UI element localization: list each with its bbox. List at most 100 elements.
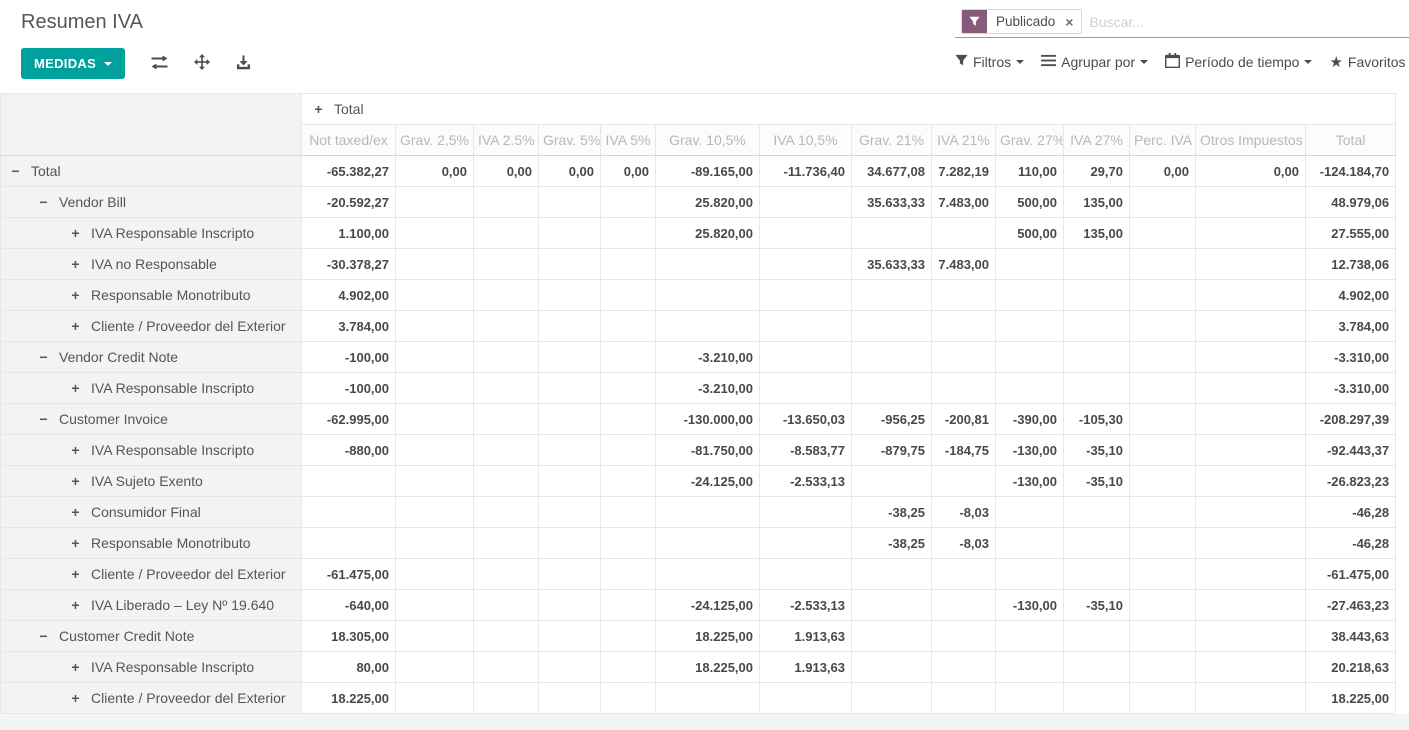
pivot-cell[interactable]	[1130, 497, 1196, 528]
pivot-cell[interactable]	[601, 652, 656, 683]
pivot-cell[interactable]: -8,03	[932, 497, 996, 528]
pivot-cell[interactable]: 110,00	[996, 156, 1064, 187]
collapse-icon[interactable]: −	[9, 163, 22, 179]
pivot-cell[interactable]	[1196, 311, 1306, 342]
pivot-cell[interactable]	[1196, 404, 1306, 435]
pivot-cell[interactable]: 18.225,00	[302, 683, 396, 714]
pivot-cell[interactable]	[996, 342, 1064, 373]
pivot-cell[interactable]: 0,00	[474, 156, 539, 187]
pivot-cell[interactable]	[601, 218, 656, 249]
pivot-cell[interactable]	[601, 342, 656, 373]
filters-menu[interactable]: Filtros	[955, 53, 1024, 71]
pivot-cell[interactable]	[1130, 404, 1196, 435]
row-header[interactable]: +IVA Responsable Inscripto	[1, 435, 302, 466]
pivot-cell[interactable]: 0,00	[1130, 156, 1196, 187]
pivot-cell[interactable]	[932, 621, 996, 652]
pivot-cell[interactable]	[539, 311, 601, 342]
pivot-cell[interactable]: 18.225,00	[656, 621, 760, 652]
pivot-cell[interactable]: -879,75	[852, 435, 932, 466]
pivot-cell[interactable]: -61.475,00	[302, 559, 396, 590]
pivot-cell[interactable]	[932, 280, 996, 311]
pivot-cell[interactable]	[474, 311, 539, 342]
pivot-cell[interactable]: 18.225,00	[656, 652, 760, 683]
pivot-cell[interactable]	[1196, 590, 1306, 621]
expand-columns-icon[interactable]: +	[312, 101, 325, 117]
search-input[interactable]	[1089, 14, 1409, 30]
pivot-cell[interactable]	[1064, 497, 1130, 528]
row-header[interactable]: +IVA Responsable Inscripto	[1, 373, 302, 404]
download-button[interactable]	[236, 55, 251, 73]
pivot-cell[interactable]: -35,10	[1064, 435, 1130, 466]
row-header[interactable]: +Consumidor Final	[1, 497, 302, 528]
pivot-cell[interactable]	[852, 373, 932, 404]
pivot-cell[interactable]: 80,00	[302, 652, 396, 683]
pivot-cell[interactable]	[1064, 683, 1130, 714]
pivot-cell[interactable]	[396, 590, 474, 621]
pivot-cell[interactable]	[601, 528, 656, 559]
collapse-icon[interactable]: −	[37, 194, 50, 210]
pivot-cell[interactable]	[601, 373, 656, 404]
pivot-cell[interactable]: -3.210,00	[656, 342, 760, 373]
pivot-cell[interactable]	[1196, 435, 1306, 466]
pivot-cell[interactable]	[852, 311, 932, 342]
pivot-cell[interactable]	[852, 652, 932, 683]
pivot-cell[interactable]	[474, 280, 539, 311]
pivot-cell[interactable]	[539, 683, 601, 714]
pivot-cell[interactable]	[932, 311, 996, 342]
pivot-cell[interactable]	[539, 187, 601, 218]
pivot-cell[interactable]: -640,00	[302, 590, 396, 621]
row-header[interactable]: +Cliente / Proveedor del Exterior	[1, 311, 302, 342]
pivot-cell[interactable]	[760, 497, 852, 528]
pivot-cell[interactable]	[760, 311, 852, 342]
pivot-cell[interactable]	[1130, 559, 1196, 590]
pivot-cell[interactable]	[396, 528, 474, 559]
pivot-cell[interactable]	[396, 280, 474, 311]
pivot-cell[interactable]	[302, 466, 396, 497]
pivot-cell[interactable]: -105,30	[1064, 404, 1130, 435]
pivot-cell[interactable]: 25.820,00	[656, 218, 760, 249]
pivot-cell[interactable]	[1064, 311, 1130, 342]
pivot-cell[interactable]	[656, 311, 760, 342]
pivot-cell[interactable]: -27.463,23	[1306, 590, 1396, 621]
pivot-cell[interactable]	[996, 652, 1064, 683]
pivot-cell[interactable]	[539, 559, 601, 590]
row-header[interactable]: +IVA Responsable Inscripto	[1, 652, 302, 683]
pivot-cell[interactable]	[396, 311, 474, 342]
pivot-cell[interactable]: 1.100,00	[302, 218, 396, 249]
column-header[interactable]: Otros Impuestos	[1196, 125, 1306, 156]
pivot-cell[interactable]	[474, 187, 539, 218]
pivot-cell[interactable]	[474, 497, 539, 528]
row-header[interactable]: +Responsable Monotributo	[1, 528, 302, 559]
pivot-cell[interactable]: -2.533,13	[760, 590, 852, 621]
expand-all-button[interactable]	[194, 54, 210, 73]
pivot-cell[interactable]: 18.305,00	[302, 621, 396, 652]
pivot-cell[interactable]	[474, 435, 539, 466]
pivot-cell[interactable]	[996, 497, 1064, 528]
pivot-cell[interactable]	[539, 435, 601, 466]
column-header[interactable]: IVA 2.5%	[474, 125, 539, 156]
expand-icon[interactable]: +	[69, 690, 82, 706]
pivot-cell[interactable]: 4.902,00	[302, 280, 396, 311]
pivot-cell[interactable]	[1196, 249, 1306, 280]
pivot-cell[interactable]: 1.913,63	[760, 621, 852, 652]
pivot-cell[interactable]: 135,00	[1064, 187, 1130, 218]
row-header[interactable]: +Cliente / Proveedor del Exterior	[1, 559, 302, 590]
pivot-cell[interactable]: -880,00	[302, 435, 396, 466]
pivot-cell[interactable]	[1130, 528, 1196, 559]
pivot-cell[interactable]: 500,00	[996, 218, 1064, 249]
pivot-cell[interactable]: 35.633,33	[852, 249, 932, 280]
pivot-cell[interactable]	[474, 218, 539, 249]
pivot-cell[interactable]	[539, 404, 601, 435]
pivot-cell[interactable]	[656, 683, 760, 714]
pivot-cell[interactable]	[601, 497, 656, 528]
pivot-cell[interactable]	[996, 683, 1064, 714]
pivot-cell[interactable]	[852, 559, 932, 590]
pivot-cell[interactable]	[996, 559, 1064, 590]
pivot-cell[interactable]: -38,25	[852, 528, 932, 559]
pivot-cell[interactable]	[601, 621, 656, 652]
collapse-icon[interactable]: −	[37, 628, 50, 644]
pivot-cell[interactable]	[932, 683, 996, 714]
pivot-cell[interactable]	[1196, 373, 1306, 404]
pivot-cell[interactable]	[601, 249, 656, 280]
pivot-cell[interactable]	[601, 404, 656, 435]
